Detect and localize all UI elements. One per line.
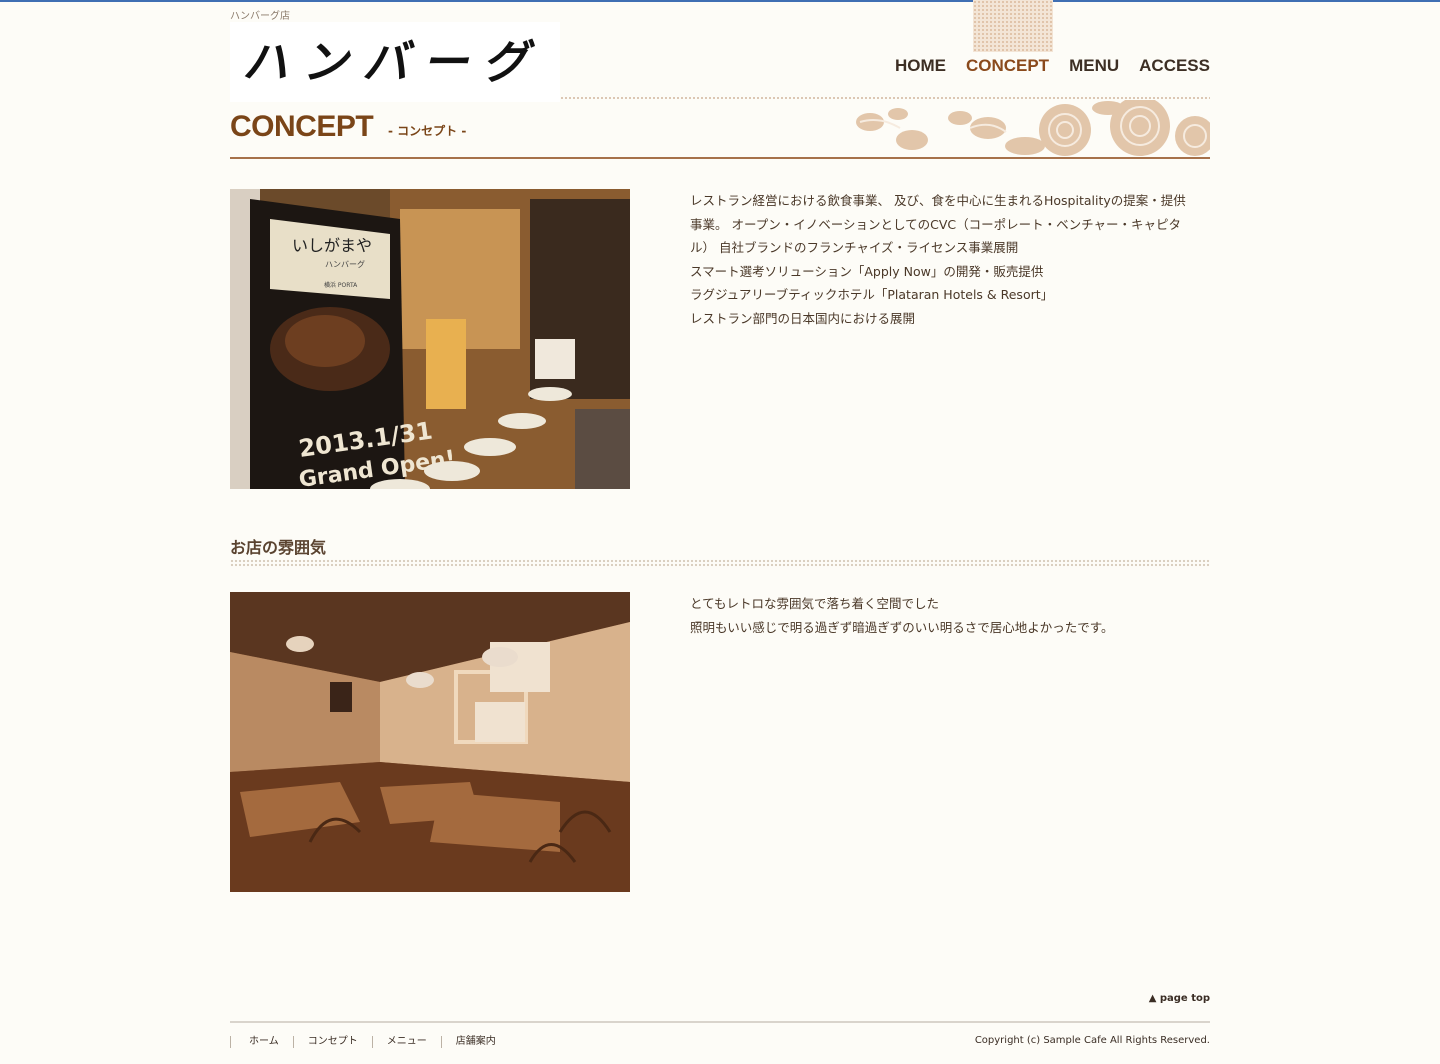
footer-link-stores[interactable]: 店舗案内: [440, 1036, 510, 1048]
concept-line: レストラン部門の日本国内における展開: [690, 310, 916, 326]
title-band: CONCEPT - コンセプト -: [230, 100, 1210, 158]
concept-line: ル） 自社ブランドのフランチャイズ・ライセンス事業展開: [690, 240, 1019, 255]
copyright-text: Copyright (c) Sample Cafe All Rights Res…: [974, 1035, 1210, 1046]
atmosphere-line: 照明もいい感じで明る過ぎず暗過ぎずのいい明るさで居心地よかったです。: [690, 619, 1114, 635]
page-title: CONCEPT: [230, 110, 374, 143]
nav-concept[interactable]: CONCEPT: [966, 54, 1049, 78]
concept-description: レストラン経営における飲食事業、 及び、食を中心に生まれるHospitality…: [690, 189, 1210, 330]
concept-line: ラグジュアリーブティックホテル「Plataran Hotels & Resort…: [690, 287, 1054, 302]
svg-text:いしがまや: いしがまや: [292, 236, 372, 255]
logo-brush-lettering: ハンバーグ: [242, 35, 542, 89]
interior-photo: [230, 592, 630, 892]
footer-divider: [230, 1021, 1210, 1023]
section-dotted-divider: [230, 559, 1210, 567]
nav-access[interactable]: ACCESS: [1139, 54, 1210, 78]
storefront-photo: いしがまや ハンバーグ 横浜 PORTA 2013.1/31 Grand Ope…: [230, 189, 630, 489]
rose-ornament-icon: [856, 100, 1210, 156]
page-subtitle: - コンセプト -: [388, 124, 467, 138]
atmosphere-heading: お店の雰囲気: [230, 538, 327, 557]
footer-nav: ホーム コンセプト メニュー 店舗案内: [230, 1036, 510, 1048]
footer-link-home[interactable]: ホーム: [230, 1036, 293, 1048]
nav-active-highlight: [973, 0, 1053, 52]
footer-link-concept[interactable]: コンセプト: [292, 1036, 372, 1048]
atmosphere-line: とてもレトロな雰囲気で落ち着く空間でした: [690, 596, 940, 611]
title-underline: [230, 157, 1210, 159]
concept-line: レストラン経営における飲食事業、 及び、食を中心に生まれるHospitality…: [690, 193, 1186, 208]
footer-link-menu[interactable]: メニュー: [371, 1036, 441, 1048]
nav-home[interactable]: HOME: [895, 54, 946, 78]
concept-line: 事業。 オープン・イノベーションとしてのCVC（コーポレート・ベンチャー・キャピ…: [690, 216, 1181, 232]
atmosphere-description: とてもレトロな雰囲気で落ち着く空間でした 照明もいい感じで明る過ぎず暗過ぎずのい…: [690, 592, 1210, 639]
svg-text:横浜 PORTA: 横浜 PORTA: [324, 281, 358, 289]
site-logo[interactable]: ハンバーグ: [230, 22, 560, 102]
site-tagline: ハンバーグ店: [230, 11, 290, 22]
nav-menu[interactable]: MENU: [1069, 54, 1119, 78]
main-nav: HOME CONCEPT MENU ACCESS: [895, 54, 1210, 78]
page-top-link[interactable]: ▲ page top: [1149, 993, 1210, 1004]
page-wrapper: ハンバーグ店 ハンバーグ HOME CONCEPT MENU ACCESS CO…: [230, 0, 1210, 1064]
concept-line: スマート選考ソリューション「Apply Now」の開発・販売提供: [690, 263, 1044, 279]
svg-text:ハンバーグ: ハンバーグ: [325, 259, 365, 269]
svg-text:ハンバーグ: ハンバーグ: [242, 35, 542, 89]
